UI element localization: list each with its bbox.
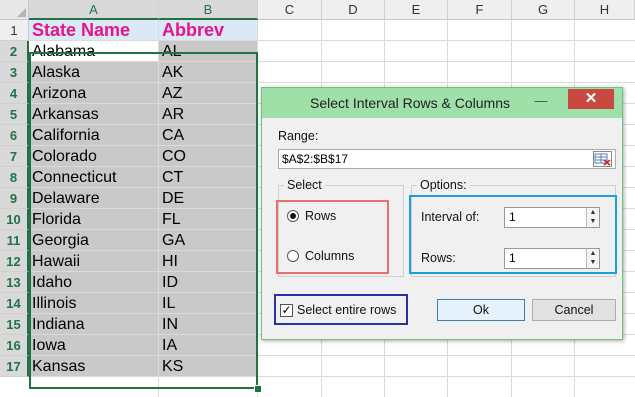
abbrev-cell[interactable]: GA: [159, 230, 257, 250]
state-name-cell[interactable]: Florida: [29, 209, 158, 229]
row-header-13[interactable]: 13: [0, 272, 29, 293]
state-name-cell[interactable]: Arkansas: [29, 104, 158, 124]
select-entire-rows-highlight: [274, 294, 408, 325]
header-cell-abbrev[interactable]: Abbrev: [159, 20, 257, 40]
minimize-icon[interactable]: —: [534, 94, 548, 108]
close-icon: ✕: [584, 90, 598, 107]
row-header-6[interactable]: 6: [0, 125, 29, 146]
abbrev-cell[interactable]: DE: [159, 188, 257, 208]
range-picker-icon[interactable]: [593, 151, 612, 167]
state-name-cell[interactable]: Kansas: [29, 356, 158, 376]
rows-option-highlight: [276, 200, 389, 274]
header-cell-state-name[interactable]: State Name: [29, 20, 158, 40]
dialog-title: Select Interval Rows & Columns: [310, 95, 510, 111]
state-name-cell[interactable]: Arizona: [29, 83, 158, 103]
row-header-10[interactable]: 10: [0, 209, 29, 230]
row-header-8[interactable]: 8: [0, 167, 29, 188]
abbrev-cell[interactable]: CA: [159, 125, 257, 145]
abbrev-cell[interactable]: AZ: [159, 83, 257, 103]
abbrev-cell[interactable]: IN: [159, 314, 257, 334]
row-header-5[interactable]: 5: [0, 104, 29, 125]
state-name-cell[interactable]: Alaska: [29, 62, 158, 82]
abbrev-cell[interactable]: AL: [159, 41, 257, 61]
options-highlight: [409, 195, 617, 274]
abbrev-cell[interactable]: AK: [159, 62, 257, 82]
column-header-e[interactable]: E: [385, 0, 448, 20]
column-header-h[interactable]: H: [575, 0, 635, 20]
abbrev-cell[interactable]: IL: [159, 293, 257, 313]
abbrev-cell[interactable]: HI: [159, 251, 257, 271]
column-header-c[interactable]: C: [258, 0, 322, 20]
state-name-cell[interactable]: Illinois: [29, 293, 158, 313]
close-button[interactable]: ✕: [568, 89, 614, 109]
options-group-label: Options:: [417, 178, 470, 192]
dialog-titlebar[interactable]: Select Interval Rows & Columns — ✕: [262, 88, 622, 118]
ok-button[interactable]: Ok: [437, 299, 525, 321]
row-header-16[interactable]: 16: [0, 335, 29, 356]
abbrev-cell[interactable]: IA: [159, 335, 257, 355]
cancel-button[interactable]: Cancel: [532, 299, 616, 321]
gridline-horizontal: [29, 376, 635, 377]
range-input[interactable]: $A$2:$B$17: [278, 149, 616, 169]
row-header-11[interactable]: 11: [0, 230, 29, 251]
abbrev-cell[interactable]: KS: [159, 356, 257, 376]
state-name-cell[interactable]: Idaho: [29, 272, 158, 292]
abbrev-cell[interactable]: ID: [159, 272, 257, 292]
row-header-3[interactable]: 3: [0, 62, 29, 83]
row-header-17[interactable]: 17: [0, 356, 29, 377]
select-group-label: Select: [284, 178, 325, 192]
state-name-cell[interactable]: Iowa: [29, 335, 158, 355]
row-header-9[interactable]: 9: [0, 188, 29, 209]
column-header-g[interactable]: G: [512, 0, 575, 20]
abbrev-cell[interactable]: FL: [159, 209, 257, 229]
fill-handle[interactable]: [254, 385, 262, 393]
state-name-cell[interactable]: Georgia: [29, 230, 158, 250]
state-name-cell[interactable]: Hawaii: [29, 251, 158, 271]
row-header-2[interactable]: 2: [0, 41, 29, 62]
select-interval-dialog: Select Interval Rows & Columns — ✕ Range…: [261, 87, 623, 340]
column-header-f[interactable]: F: [448, 0, 512, 20]
state-name-cell[interactable]: California: [29, 125, 158, 145]
row-header-1[interactable]: 1: [0, 20, 29, 41]
row-header-14[interactable]: 14: [0, 293, 29, 314]
state-name-cell[interactable]: Colorado: [29, 146, 158, 166]
column-header-a[interactable]: A: [29, 0, 159, 20]
row-header-4[interactable]: 4: [0, 83, 29, 104]
select-all-corner[interactable]: [0, 0, 29, 20]
abbrev-cell[interactable]: CT: [159, 167, 257, 187]
row-header-15[interactable]: 15: [0, 314, 29, 335]
state-name-cell[interactable]: Delaware: [29, 188, 158, 208]
column-header-b[interactable]: B: [159, 0, 258, 20]
abbrev-cell[interactable]: CO: [159, 146, 257, 166]
row-header-12[interactable]: 12: [0, 251, 29, 272]
row-header-7[interactable]: 7: [0, 146, 29, 167]
state-name-cell[interactable]: Connecticut: [29, 167, 158, 187]
state-name-cell[interactable]: Indiana: [29, 314, 158, 334]
state-name-cell[interactable]: Alabama: [29, 41, 158, 61]
abbrev-cell[interactable]: AR: [159, 104, 257, 124]
column-header-d[interactable]: D: [322, 0, 385, 20]
range-label: Range:: [278, 129, 319, 143]
